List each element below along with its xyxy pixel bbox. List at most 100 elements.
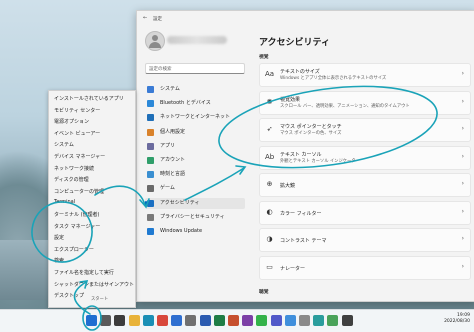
nav-item-5[interactable]: アカウント	[145, 155, 245, 166]
app-icon-gray[interactable]	[299, 315, 310, 326]
powerpoint-icon[interactable]	[228, 315, 239, 326]
setting-card-7[interactable]: ▭ ナレーター ›	[259, 255, 471, 280]
avatar[interactable]	[145, 31, 165, 51]
system-clock[interactable]: 19:09 2022/08/30	[444, 313, 470, 325]
nav-item-label: 個人用設定	[160, 128, 186, 135]
nav-icon	[147, 228, 154, 235]
context-menu-item[interactable]: デバイス マネージャー	[54, 153, 105, 160]
visual-effects-icon: ✺	[266, 97, 273, 106]
nav-item-10[interactable]: Windows Update	[145, 226, 245, 237]
context-menu-item[interactable]: ディスクの管理	[54, 176, 89, 183]
setting-card-5[interactable]: ◐ カラー フィルター ›	[259, 200, 471, 225]
onenote-icon[interactable]	[242, 315, 254, 326]
start-icon[interactable]	[86, 315, 97, 326]
setting-card-0[interactable]: Aa テキストのサイズ Windows とアプリ全体に表示されるテキストのサイズ ›	[259, 63, 471, 87]
text-size-icon: Aa	[265, 70, 275, 78]
nav-item-6[interactable]: 時刻と言語	[145, 169, 245, 180]
context-menu-item[interactable]: モビリティ センター	[54, 107, 100, 114]
text-cursor-icon: Ab	[265, 152, 275, 161]
line-icon[interactable]	[256, 315, 268, 326]
excel-icon[interactable]	[213, 315, 225, 326]
context-menu-item[interactable]: イベント ビューアー	[54, 130, 100, 137]
app-icon-dark[interactable]	[341, 315, 353, 326]
app-icon-blue[interactable]	[284, 315, 296, 326]
nav-item-label: アプリ	[160, 142, 176, 149]
context-menu-item[interactable]: 設定	[54, 234, 64, 241]
section-heading-vision: 視覚	[259, 55, 269, 60]
magnifier-icon: ⊕	[266, 180, 273, 188]
user-name-blurred	[167, 36, 227, 44]
setting-card-3[interactable]: Ab テキスト カーソル 外観とテキスト カーソル インジケーター ›	[259, 145, 471, 170]
search-input[interactable]: 設定の検索	[145, 63, 245, 74]
context-menu-item[interactable]: ファイル名を指定して実行	[54, 269, 114, 276]
setting-card-1[interactable]: ✺ 視覚効果 スクロール バー、透明効果、アニメーション、通知のタイムアウト ›	[259, 90, 471, 115]
search-icon[interactable]	[100, 315, 112, 326]
nav-item-0[interactable]: システム	[145, 84, 245, 95]
context-menu-item[interactable]: エクスプローラー	[54, 246, 94, 253]
nav-item-label: システム	[160, 86, 180, 92]
taskbar: 19:09 2022/08/30	[0, 309, 474, 332]
nav-item-8[interactable]: アクセシビリティ	[145, 197, 245, 209]
nav-item-7[interactable]: ゲーム	[145, 183, 245, 194]
nav-item-label: Windows Update	[160, 228, 203, 234]
setting-card-4[interactable]: ⊕ 拡大鏡 ›	[259, 173, 471, 197]
context-menu-item[interactable]: インストールされているアプリ	[54, 95, 124, 102]
nav-item-9[interactable]: プライバシーとセキュリティ	[145, 212, 245, 223]
nav-item-label: プライバシーとセキュリティ	[160, 213, 225, 220]
power-user-menu: インストールされているアプリ モビリティ センター 電源オプションイベント ビューア…	[48, 90, 136, 308]
chevron-right-icon: ›	[461, 180, 464, 187]
app-icon-teal[interactable]	[313, 315, 325, 326]
setting-card-title: テキストのサイズ	[280, 69, 320, 75]
nav-icon	[147, 100, 154, 108]
clock-date: 2022/08/30	[444, 319, 470, 324]
mouse-pointer-icon: ➶	[266, 125, 273, 133]
setting-card-subtitle: スクロール バー、透明効果、アニメーション、通知のタイムアウト	[280, 103, 410, 109]
edge-icon[interactable]	[142, 315, 154, 326]
settings-icon[interactable]	[185, 315, 197, 326]
narrator-icon: ▭	[266, 262, 273, 271]
context-menu-item[interactable]: ターミナル (管理者)	[54, 211, 100, 218]
app-icon-green[interactable]	[327, 315, 339, 326]
nav-icon	[147, 157, 154, 164]
chevron-right-icon: ›	[461, 207, 464, 215]
nav-item-label: ゲーム	[160, 185, 175, 192]
word-icon[interactable]	[199, 315, 211, 326]
nav-item-4[interactable]: アプリ	[145, 141, 245, 152]
context-menu-item[interactable]: タスク マネージャー	[54, 223, 100, 230]
chevron-right-icon: ›	[461, 152, 464, 160]
nav-item-label: Bluetooth とデバイス	[160, 100, 211, 107]
nav-icon	[147, 171, 154, 179]
setting-card-title: ナレーター	[280, 265, 306, 272]
context-menu-item[interactable]: コンピューターの管理	[54, 188, 104, 195]
nav-item-3[interactable]: 個人用設定	[145, 127, 245, 138]
setting-card-title: コントラスト テーマ	[280, 238, 327, 244]
store-icon[interactable]	[171, 315, 183, 326]
window-title: 設定	[153, 17, 162, 22]
teams-icon[interactable]	[270, 315, 282, 326]
setting-card-title: 拡大鏡	[280, 183, 296, 189]
chevron-right-icon: ›	[461, 125, 464, 132]
setting-card-2[interactable]: ➶ マウス ポインターとタッチ マウス ポインターの色、サイズ ›	[259, 118, 471, 142]
setting-card-title: マウス ポインターとタッチ	[280, 124, 342, 130]
context-menu-item[interactable]: 電源オプション	[54, 118, 89, 125]
nav-icon	[147, 128, 154, 136]
nav-item-label: 時刻と言語	[160, 171, 186, 178]
context-menu-item[interactable]: シャットダウンまたはサインアウト	[54, 281, 134, 288]
chevron-right-icon: ›	[461, 97, 464, 105]
back-arrow-icon[interactable]: ←	[143, 15, 147, 21]
chevron-right-icon: ›	[461, 70, 464, 77]
nav-item-1[interactable]: Bluetooth とデバイス	[145, 98, 245, 109]
file-explorer-icon[interactable]	[128, 315, 140, 326]
context-menu-item[interactable]: 検索	[54, 257, 64, 264]
task-view-icon[interactable]	[114, 315, 126, 326]
context-menu-item[interactable]: システム	[54, 141, 74, 148]
setting-card-6[interactable]: ◑ コントラスト テーマ ›	[259, 228, 471, 252]
context-menu-item[interactable]: Terminal	[54, 199, 75, 205]
context-menu-item[interactable]: デスクトップ	[54, 292, 84, 299]
chevron-right-icon: ›	[461, 235, 464, 242]
nav-item-2[interactable]: ネットワークとインターネット	[145, 112, 245, 123]
context-menu-item[interactable]: ネットワーク接続	[54, 165, 94, 172]
chrome-icon[interactable]	[157, 315, 168, 326]
nav-item-label: アクセシビリティ	[160, 199, 200, 206]
contrast-icon: ◑	[266, 235, 273, 243]
